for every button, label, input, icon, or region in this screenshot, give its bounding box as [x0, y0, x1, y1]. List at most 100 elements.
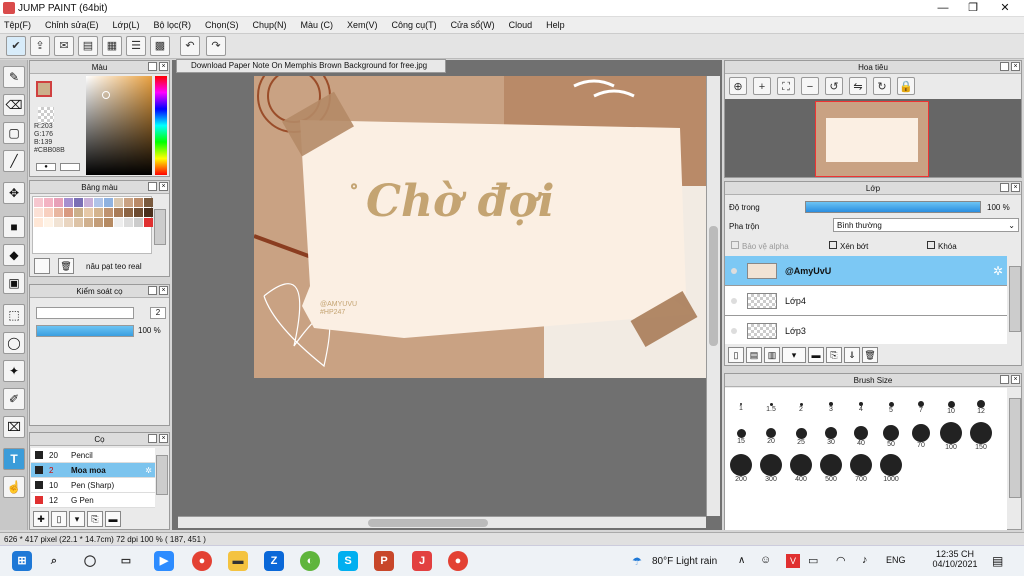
palette-swatch[interactable]: [144, 208, 153, 217]
rect-tool-icon[interactable]: ▢: [3, 122, 25, 144]
palette-swatch[interactable]: [124, 208, 133, 217]
menu-file[interactable]: Tệp(F): [4, 20, 31, 30]
search-icon[interactable]: ⌕: [44, 551, 64, 571]
coccoc-icon[interactable]: ◐: [300, 551, 320, 571]
palette-swatch[interactable]: [124, 218, 133, 227]
palette-swatch[interactable]: [114, 208, 123, 217]
panel-float-icon[interactable]: [148, 434, 157, 443]
brush-size-15[interactable]: 15: [727, 422, 755, 452]
sync-icon[interactable]: ✔: [6, 36, 26, 56]
folder-icon[interactable]: ▬: [105, 511, 121, 527]
move-tool-icon[interactable]: ✥: [3, 182, 25, 204]
navigator-lock-icon[interactable]: 🔒: [897, 77, 915, 95]
brush-size-7[interactable]: 7: [907, 390, 935, 420]
brush-size-1000[interactable]: 1000: [877, 454, 905, 484]
visibility-icon[interactable]: [731, 267, 737, 274]
comment-icon[interactable]: ✉: [54, 36, 74, 56]
fit-window-icon[interactable]: ⛶: [777, 77, 795, 95]
color-mode-button[interactable]: ●: [36, 163, 56, 171]
select-pen-icon[interactable]: ✐: [3, 388, 25, 410]
menu-filter[interactable]: Bộ lọc(R): [153, 20, 191, 30]
merge-layer-icon[interactable]: ⇓: [844, 347, 860, 363]
jump-paint-icon[interactable]: J: [412, 551, 432, 571]
saturation-value-picker[interactable]: [86, 76, 152, 175]
palette-swatch[interactable]: [64, 218, 73, 227]
palette-swatch[interactable]: [134, 218, 143, 227]
volume-icon[interactable]: ♪: [862, 554, 868, 566]
lasso-tool-icon[interactable]: ◯: [3, 332, 25, 354]
document-icon[interactable]: ▦: [102, 36, 122, 56]
tray-up-icon[interactable]: ∧: [738, 555, 745, 566]
rotate-right-icon[interactable]: ↻: [873, 77, 891, 95]
palette-swatch[interactable]: [44, 198, 53, 207]
magic-wand-icon[interactable]: ✦: [3, 360, 25, 382]
wifi-icon[interactable]: ◠: [836, 554, 846, 567]
navigator-viewport[interactable]: [815, 101, 929, 177]
brush-size-70[interactable]: 70: [907, 422, 935, 452]
palette-grid[interactable]: [32, 196, 153, 254]
menu-help[interactable]: Help: [546, 20, 565, 30]
panel-icon[interactable]: ▤: [78, 36, 98, 56]
list-icon[interactable]: ☰: [126, 36, 146, 56]
brush-size-150[interactable]: 150: [967, 422, 995, 452]
hue-slider[interactable]: [155, 76, 167, 175]
zalo-icon[interactable]: Z: [264, 551, 284, 571]
brush-size-25[interactable]: 25: [787, 422, 815, 452]
palette-swatch[interactable]: [134, 198, 143, 207]
select-eraser-icon[interactable]: ⌧: [3, 416, 25, 438]
brush-size-30[interactable]: 30: [817, 422, 845, 452]
layer-row[interactable]: Lớp4: [725, 286, 1007, 316]
brush-size-slider[interactable]: [36, 307, 134, 319]
palette-swatch[interactable]: [114, 198, 123, 207]
panel-float-icon[interactable]: [1000, 62, 1009, 71]
palette-swatch[interactable]: [64, 198, 73, 207]
brush-size-700[interactable]: 700: [847, 454, 875, 484]
windows-start-icon[interactable]: ⊞: [12, 551, 32, 571]
export-icon[interactable]: ⇪: [30, 36, 50, 56]
redo-icon[interactable]: ↷: [206, 36, 226, 56]
panel-close-icon[interactable]: ×: [1011, 62, 1020, 71]
brush-tool-icon[interactable]: ✎: [3, 66, 25, 88]
palette-swatch[interactable]: [54, 208, 63, 217]
menu-window[interactable]: Cửa sổ(W): [451, 20, 495, 30]
palette-scrollbar[interactable]: [154, 209, 166, 245]
select-tool-icon[interactable]: ⬚: [3, 304, 25, 326]
foreground-color-swatch[interactable]: [36, 81, 52, 97]
brush-size-2[interactable]: 2: [787, 390, 815, 420]
line-tool-icon[interactable]: ╱: [3, 150, 25, 172]
duplicate-layer-icon[interactable]: ⎘: [826, 347, 842, 363]
palette-swatch[interactable]: [74, 198, 83, 207]
palette-swatch[interactable]: [144, 198, 153, 207]
brush-item[interactable]: 10 Pen (Sharp): [31, 478, 155, 493]
keyboard-language[interactable]: ENG: [886, 555, 906, 565]
brush-size-40[interactable]: 40: [847, 422, 875, 452]
layer-scrollbar[interactable]: [1009, 266, 1021, 332]
palette-swatch[interactable]: [34, 218, 43, 227]
delete-layer-icon[interactable]: 🗑: [862, 347, 878, 363]
brush-size-4[interactable]: 4: [847, 390, 875, 420]
brush-menu-icon[interactable]: ▾: [69, 511, 85, 527]
task-view-icon[interactable]: ▭: [116, 551, 136, 571]
rotate-left-icon[interactable]: ↺: [825, 77, 843, 95]
brush-list-scrollbar[interactable]: [156, 455, 168, 495]
file-explorer-icon[interactable]: ▬: [228, 551, 248, 571]
brush-size-5[interactable]: 5: [877, 390, 905, 420]
powerpoint-icon[interactable]: P: [374, 551, 394, 571]
palette-swatch[interactable]: [104, 208, 113, 217]
new-layer-8bit-icon[interactable]: ▤: [746, 347, 762, 363]
brush-size-3[interactable]: 3: [817, 390, 845, 420]
brush-size-10[interactable]: 10: [937, 390, 965, 420]
brush-size-50[interactable]: 50: [877, 422, 905, 452]
layer-settings-gear-icon[interactable]: ✲: [993, 264, 1003, 278]
palette-swatch[interactable]: [34, 208, 43, 217]
zoom-out-icon[interactable]: −: [801, 77, 819, 95]
palette-swatch[interactable]: [104, 218, 113, 227]
brush-size-scrollbar[interactable]: [1009, 398, 1021, 498]
palette-swatch[interactable]: [94, 218, 103, 227]
menu-layer[interactable]: Lớp(L): [113, 20, 140, 30]
menu-edit[interactable]: Chỉnh sửa(E): [45, 20, 99, 30]
navigator-preview[interactable]: [725, 99, 1021, 177]
zoom-fit-icon[interactable]: ⊕: [729, 77, 747, 95]
new-brush-icon[interactable]: ▯: [51, 511, 67, 527]
vietkey-icon[interactable]: V: [786, 554, 800, 568]
